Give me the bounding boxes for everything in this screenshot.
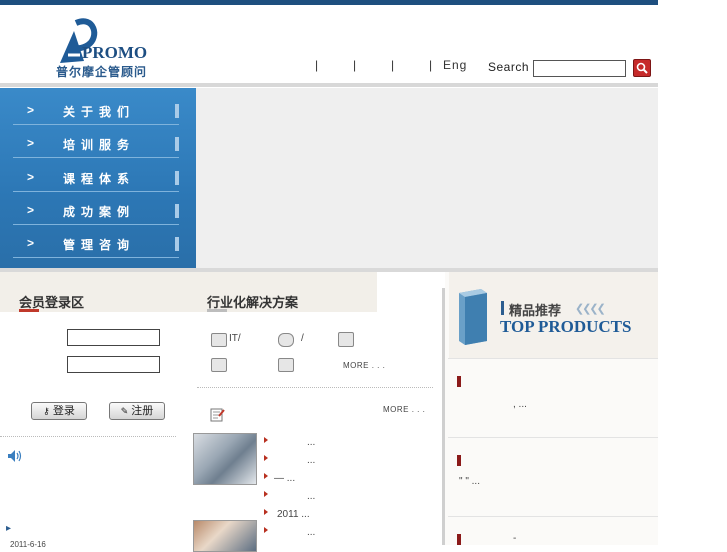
news-item[interactable]: ... xyxy=(307,527,315,538)
bullet-arrow-icon xyxy=(264,455,268,461)
menu-item-label: 培训服务 xyxy=(63,138,136,152)
menu-item-training[interactable]: > 培训服务 xyxy=(13,131,179,158)
news-item[interactable]: ... xyxy=(307,491,315,502)
menu-item-label: 课程体系 xyxy=(63,172,136,186)
password-field[interactable] xyxy=(67,356,160,373)
bullet-arrow-icon xyxy=(264,437,268,443)
news-item[interactable]: ... xyxy=(307,437,315,448)
building-icon xyxy=(338,332,354,347)
menu-item-label: 管理咨询 xyxy=(63,238,136,252)
news-item[interactable]: ... xyxy=(307,455,315,466)
product-marker xyxy=(457,376,461,387)
nav-separator: | xyxy=(429,58,433,72)
product-item[interactable]: " " ... xyxy=(459,476,480,487)
chevron-right-icon: > xyxy=(27,236,35,250)
product-box-icon xyxy=(459,289,487,345)
products-divider xyxy=(448,437,658,438)
menu-item-marker xyxy=(175,137,179,151)
login-button-label: 登录 xyxy=(52,405,75,417)
search-button[interactable] xyxy=(633,59,651,77)
menu-item-label: 关于我们 xyxy=(63,105,136,119)
products-divider xyxy=(448,516,658,517)
bullet-marker: ▸ xyxy=(6,523,12,534)
cart-icon xyxy=(278,358,294,372)
top-nav: | | | | Eng xyxy=(315,58,467,72)
login-button[interactable]: ⚷ 登录 xyxy=(31,402,87,420)
edit-icon: ✎ xyxy=(120,406,129,416)
banner-area xyxy=(196,88,658,268)
bullet-arrow-icon xyxy=(264,491,268,497)
product-item[interactable]: , ... xyxy=(513,399,527,410)
pharma-icon xyxy=(211,358,227,372)
menu-item-label: 成功案例 xyxy=(63,205,136,219)
menu-item-marker xyxy=(175,104,179,118)
chevron-right-icon: > xyxy=(27,170,35,184)
sidebar-menu: > 关于我们 > 培训服务 > 课程体系 > 成功案例 > 管理咨询 xyxy=(0,88,196,268)
nav-separator: | xyxy=(353,58,357,72)
products-divider xyxy=(448,358,658,359)
title-underline xyxy=(207,309,227,312)
industry-link-it[interactable]: IT/ xyxy=(229,333,241,344)
menu-item-marker xyxy=(175,204,179,218)
nav-separator: | xyxy=(391,58,395,72)
news-photo[interactable] xyxy=(193,433,257,485)
nav-english-link[interactable]: Eng xyxy=(443,58,467,72)
site-header: PROMO 普尔摩企管顾问 | | | | Eng Search xyxy=(0,5,658,83)
chevron-left-icon: ❮❮❮❮ xyxy=(575,303,606,315)
logo-subtitle: 普尔摩企管顾问 xyxy=(56,65,148,79)
title-marker xyxy=(501,301,504,315)
computer-icon xyxy=(211,333,227,347)
chevron-right-icon: > xyxy=(27,103,35,117)
username-field[interactable] xyxy=(67,329,160,346)
notepad-icon xyxy=(210,408,225,422)
bullet-arrow-icon xyxy=(264,509,268,515)
register-button[interactable]: ✎ 注册 xyxy=(109,402,165,420)
search-icon xyxy=(636,62,648,74)
key-icon: ⚷ xyxy=(43,406,50,416)
dotted-divider xyxy=(197,387,433,388)
search-input[interactable] xyxy=(533,60,626,77)
menu-item-marker xyxy=(175,171,179,185)
product-marker xyxy=(457,534,461,545)
more-link[interactable]: MORE . . . xyxy=(343,361,385,370)
products-title-en: TOP PRODUCTS xyxy=(500,317,632,336)
logo-text: PROMO xyxy=(82,43,148,62)
menu-item-about[interactable]: > 关于我们 xyxy=(13,98,179,125)
car-icon xyxy=(278,333,294,347)
news-item[interactable]: 2011 ... xyxy=(277,509,310,520)
product-marker xyxy=(457,455,461,466)
search-label: Search xyxy=(488,60,530,74)
menu-item-courses[interactable]: > 课程体系 xyxy=(13,165,179,192)
dotted-divider xyxy=(0,436,176,437)
speaker-icon xyxy=(8,450,22,462)
more-link[interactable]: MORE . . . xyxy=(383,405,425,414)
menu-item-marker xyxy=(175,237,179,251)
title-underline xyxy=(19,309,39,312)
industry-link[interactable]: / xyxy=(301,333,304,344)
product-item[interactable]: - xyxy=(513,533,516,544)
menu-item-consulting[interactable]: > 管理咨询 xyxy=(13,231,179,258)
nav-separator: | xyxy=(315,58,319,72)
header-divider xyxy=(0,83,658,87)
bullet-arrow-icon xyxy=(264,527,268,533)
news-item[interactable]: — ... xyxy=(274,473,295,484)
bullet-arrow-icon xyxy=(264,473,268,479)
column-divider xyxy=(442,288,445,545)
chevron-right-icon: > xyxy=(27,136,35,150)
menu-item-cases[interactable]: > 成功案例 xyxy=(13,198,179,225)
chevron-right-icon: > xyxy=(27,203,35,217)
news-photo[interactable] xyxy=(193,520,257,552)
register-button-label: 注册 xyxy=(131,405,154,417)
